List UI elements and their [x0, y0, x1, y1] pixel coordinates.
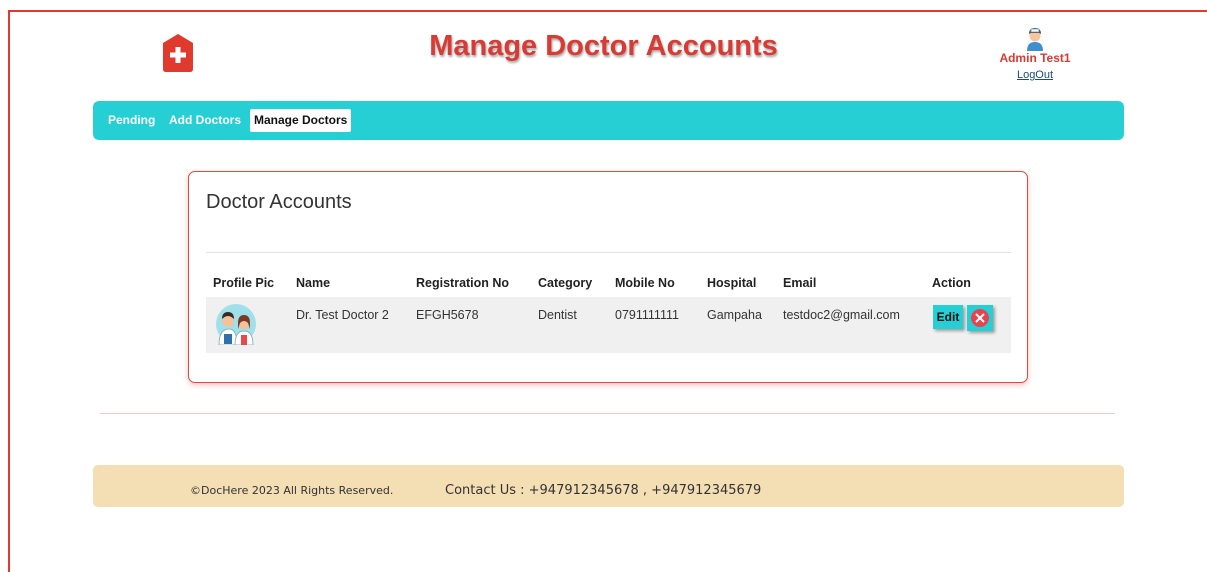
- cell-name: Dr. Test Doctor 2: [296, 308, 389, 322]
- nav-item-manage-doctors[interactable]: Manage Doctors: [250, 109, 352, 132]
- column-header-name: Name: [296, 276, 331, 290]
- cell-email: testdoc2@gmail.com: [783, 308, 900, 322]
- column-header-action: Action: [932, 276, 971, 290]
- nav-item-pending[interactable]: Pending: [104, 109, 159, 132]
- user-panel: Admin Test1 LogOut: [995, 27, 1075, 81]
- cell-mobile-no: 0791111111: [615, 308, 679, 322]
- nurse-avatar-icon: [1027, 28, 1043, 51]
- page-title-text: Manage Doctor Accounts: [429, 30, 778, 62]
- logout-link[interactable]: LogOut: [995, 69, 1075, 81]
- hospital-plus-icon: [163, 34, 193, 72]
- column-header-hospital: Hospital: [707, 276, 757, 290]
- nav-item-add-doctors[interactable]: Add Doctors: [165, 109, 245, 132]
- page-border-top: [8, 10, 1207, 12]
- delete-button[interactable]: [967, 305, 993, 331]
- column-header-category: Category: [538, 276, 593, 290]
- footer: ©DocHere 2023 All Rights Reserved. Conta…: [93, 465, 1124, 507]
- navbar: Pending Add Doctors Manage Doctors: [93, 101, 1124, 140]
- edit-button[interactable]: Edit: [933, 305, 963, 329]
- cell-category: Dentist: [538, 308, 577, 322]
- cell-registration-no: EFGH5678: [416, 308, 479, 322]
- column-header-registration-no: Registration No: [416, 276, 510, 290]
- table-row: [206, 297, 1011, 353]
- footer-copyright: ©DocHere 2023 All Rights Reserved.: [190, 484, 394, 497]
- card-title: Doctor Accounts: [206, 191, 352, 213]
- cell-hospital: Gampaha: [707, 308, 762, 322]
- card-divider: [206, 252, 1011, 253]
- column-header-mobile-no: Mobile No: [615, 276, 675, 290]
- user-name: Admin Test1: [999, 51, 1071, 65]
- content-divider: [100, 413, 1115, 414]
- doctor-avatar-icon: [216, 304, 256, 345]
- doctor-accounts-card: Doctor Accounts Profile Pic Name Registr…: [188, 171, 1028, 383]
- footer-contact: Contact Us : +947912345678 , +9479123456…: [445, 483, 762, 498]
- column-header-profile-pic: Profile Pic: [213, 276, 275, 290]
- page-border-left: [8, 10, 10, 572]
- column-header-email: Email: [783, 276, 817, 290]
- close-icon: [975, 313, 985, 323]
